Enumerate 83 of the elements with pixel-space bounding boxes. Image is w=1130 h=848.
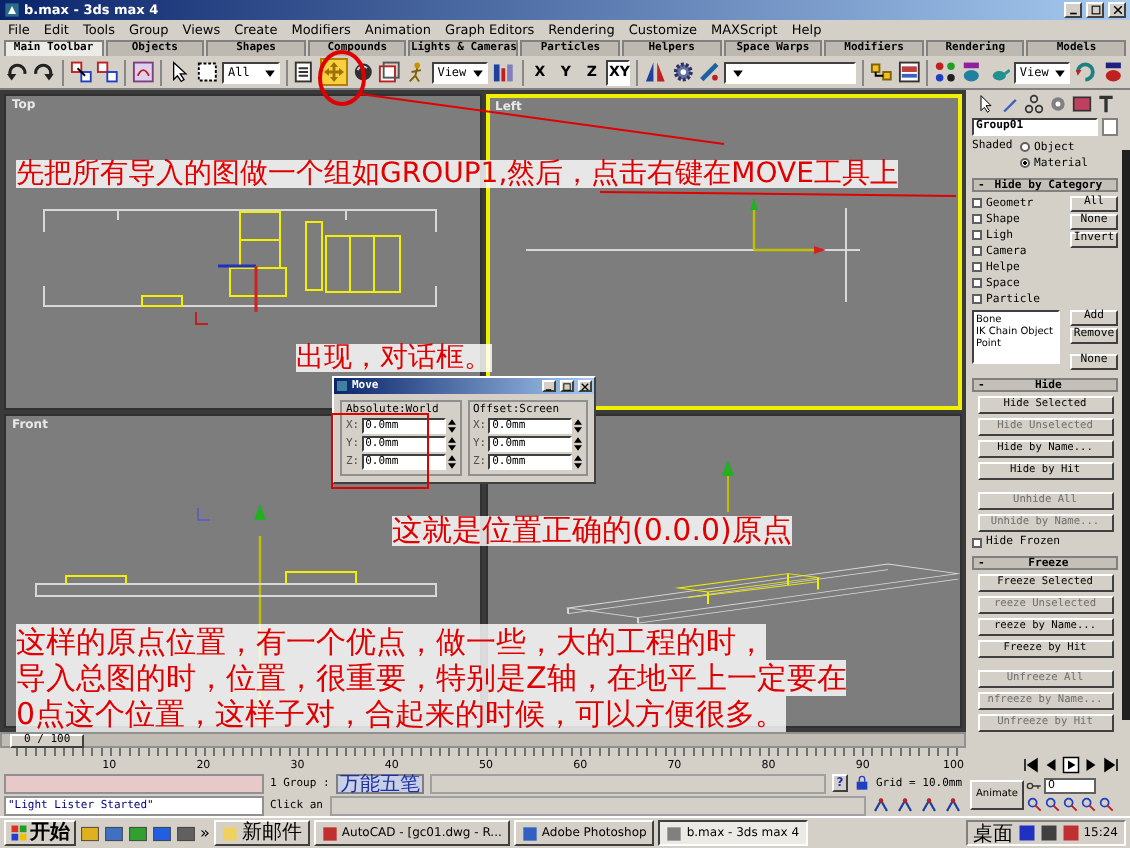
material-editor-icon[interactable] [960,60,984,84]
spinner-arrows-icon[interactable] [447,436,455,452]
pivot-icon[interactable] [492,60,516,84]
annotation-text: 导入总图的时，位置，很重要，特别是Z轴，在地平上一定要在 [16,660,847,696]
lock-icon[interactable] [853,774,870,792]
app-icon [666,825,683,841]
gear-icon[interactable] [671,60,694,84]
checkbox[interactable] [972,214,982,224]
highlight-frame [331,413,429,489]
annotation-text: 0点这个位置，这样子对，合起来的时候，可以方便很多。 [16,696,786,732]
tray-label: 桌面 [973,821,1014,847]
app-icon [336,380,348,392]
redo-icon[interactable] [32,60,56,84]
key-icon[interactable] [1026,778,1042,794]
link-icon[interactable] [69,60,92,84]
annotation-text: 这样的原点位置，有一个优点，做一些，大的工程的时， [16,624,766,660]
monitor-icon[interactable] [1071,94,1091,114]
mirror-icon[interactable] [644,60,668,84]
checkbox[interactable] [972,262,982,272]
app-icon [521,825,538,841]
spinner-arrows-icon[interactable] [574,418,582,434]
checkbox[interactable] [972,198,982,208]
radio-button[interactable] [1020,142,1030,152]
named-selection-dropdown[interactable] [724,61,857,83]
rotate-icon[interactable] [351,60,375,84]
render-icon[interactable] [1074,60,1098,84]
taskbar-button[interactable]: 新邮件 [213,820,310,846]
checkbox[interactable] [972,278,982,288]
annotation-text: 出现，对话框。 [296,344,492,372]
move-icon [321,60,346,84]
curve-editor-icon[interactable] [897,60,920,84]
axis-arrow-drawing [721,459,733,512]
next-frame-icon[interactable] [1082,756,1100,774]
disc-icon[interactable] [1047,94,1067,114]
app-icon [221,825,238,841]
radio-button[interactable] [1020,158,1030,168]
checkbox[interactable] [972,294,982,304]
select-region-icon[interactable] [195,60,218,84]
brush-icon[interactable] [999,94,1019,114]
close-icon [1111,4,1123,16]
windows-logo-icon [10,824,28,842]
schematic-icon[interactable] [933,60,957,84]
annotation-text: 先把所有导入的图做一个组如GROUP1,然后，点击右键在MOVE工具上 [16,160,898,188]
checkbox[interactable] [972,230,982,240]
close-icon [580,381,590,391]
unlink-icon[interactable] [95,60,119,84]
checkbox[interactable] [972,537,982,547]
play-icon[interactable] [1062,756,1080,774]
pointer-icon[interactable] [975,94,995,114]
zoom-icon[interactable] [1026,796,1042,812]
minimize-button[interactable] [1064,2,1082,18]
bind-icon[interactable] [132,60,155,84]
annotation-text: 这就是位置正确的(0.0.0)原点 [392,516,792,546]
select-by-name-icon[interactable] [292,60,316,84]
hammer-icon[interactable] [1095,94,1115,114]
checkbox[interactable] [972,246,982,256]
axis-tripod-drawing [749,198,825,254]
minimize-button[interactable] [542,380,556,392]
snap-icon[interactable] [872,796,890,814]
ime-button[interactable]: 万能五笔 [335,773,424,793]
go-start-icon[interactable] [1022,756,1040,774]
spinner-arrows-icon[interactable] [574,436,582,452]
spinner-arrows-icon[interactable] [574,454,582,470]
hierarchy-icon[interactable] [1023,94,1043,114]
app-icon [4,2,20,18]
close-button[interactable] [578,380,592,392]
start-button[interactable]: 开始 [4,820,76,846]
prev-frame-icon[interactable] [1042,756,1060,774]
circle-annotation [318,50,366,106]
spinner-arrows-icon[interactable] [447,418,455,434]
color-swatch[interactable] [1102,118,1118,136]
go-end-icon[interactable] [1102,756,1120,774]
spinner-arrows-icon[interactable] [447,454,455,470]
app-icon [321,825,338,841]
axis-tripod-drawing [195,264,258,325]
layers-icon[interactable] [870,60,894,84]
undo-icon[interactable] [6,60,29,84]
scale-icon[interactable] [378,60,401,84]
scrollbar[interactable] [1122,150,1130,720]
select-arrow-icon[interactable] [168,60,192,84]
overflow-chevron[interactable]: » [200,824,210,842]
quick-render-icon[interactable] [1101,60,1125,84]
spacing-icon[interactable] [697,60,721,84]
